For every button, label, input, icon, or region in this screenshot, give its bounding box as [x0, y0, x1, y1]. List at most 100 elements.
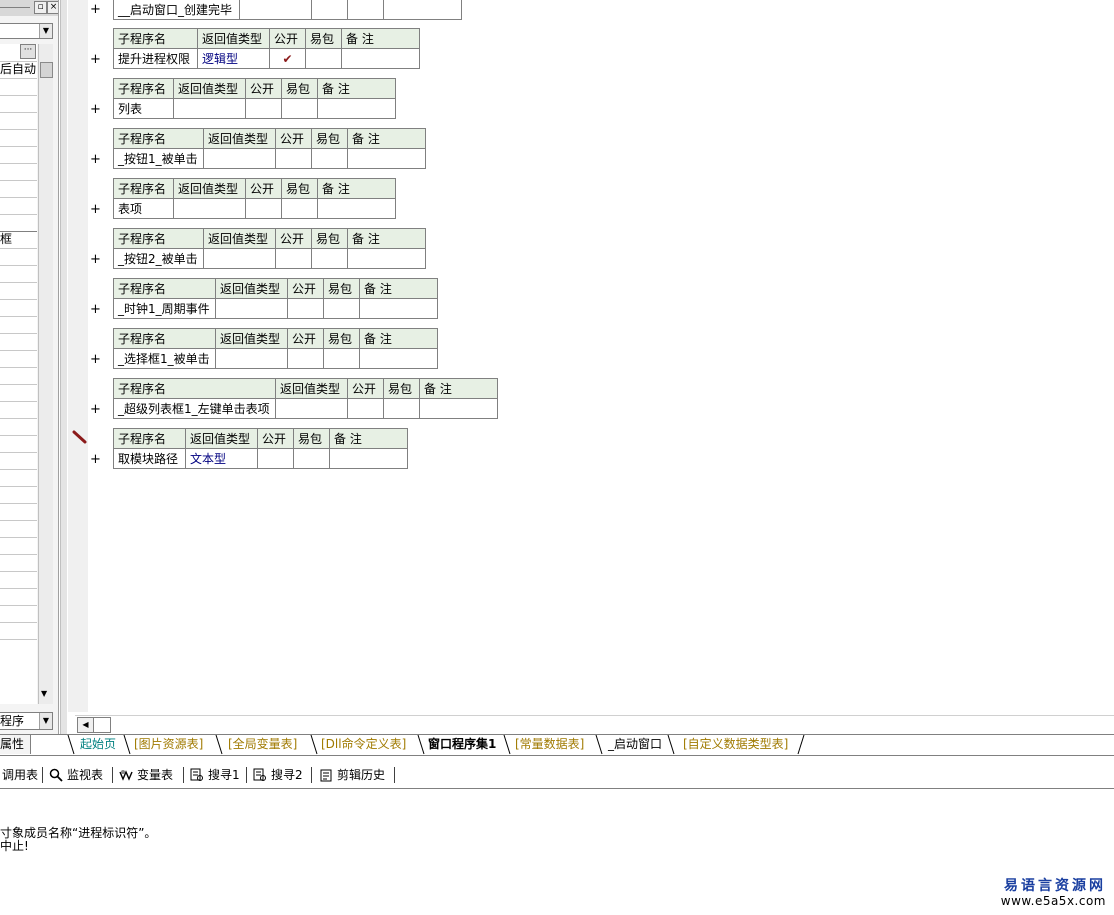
property-row[interactable] [0, 486, 37, 504]
easy-cell[interactable] [323, 348, 360, 369]
scroll-down-icon[interactable]: ▼ [41, 689, 47, 698]
return-type-cell[interactable] [239, 0, 312, 20]
procedure-table[interactable]: 子程序名 返回值类型 公开 易包 备 注 _按钮1_被单击 [113, 128, 426, 169]
easy-cell[interactable] [311, 148, 348, 169]
expand-icon[interactable]: + [90, 103, 102, 116]
expand-icon[interactable]: + [90, 153, 102, 166]
expand-icon[interactable]: + [90, 53, 102, 66]
property-row[interactable] [0, 299, 37, 317]
note-cell[interactable] [317, 98, 396, 119]
property-row[interactable] [0, 503, 37, 521]
chevron-down-icon[interactable]: ▼ [39, 24, 52, 38]
public-cell[interactable] [275, 148, 312, 169]
procedure-table[interactable]: 子程序名 返回值类型 公开 易包 备 注 _时钟1_周期事件 [113, 278, 438, 319]
procedure-name-cell[interactable]: __启动窗口_创建完毕 [113, 0, 240, 20]
scroll-thumb[interactable] [40, 62, 53, 78]
property-row[interactable] [0, 129, 37, 147]
tab-call-table[interactable]: 调用表 [2, 766, 38, 784]
note-cell[interactable] [347, 248, 426, 269]
property-row[interactable] [0, 282, 37, 300]
procedure-table[interactable]: __启动窗口_创建完毕 [113, 0, 462, 20]
expand-icon[interactable]: + [90, 303, 102, 316]
procedure-combo[interactable]: 程序 ▼ [0, 712, 53, 730]
public-cell[interactable] [347, 398, 384, 419]
easy-cell[interactable] [293, 448, 330, 469]
property-row-frame[interactable]: 框 [0, 231, 37, 249]
procedure-table[interactable]: 子程序名 返回值类型 公开 易包 备 注 表项 [113, 178, 396, 219]
procedure-table[interactable]: 子程序名 返回值类型 公开 易包 备 注 _按钮2_被单击 [113, 228, 426, 269]
procedure-name-cell[interactable]: _时钟1_周期事件 [113, 298, 216, 319]
return-type-cell[interactable] [173, 98, 246, 119]
return-type-cell[interactable]: 逻辑型 [197, 48, 270, 69]
property-row[interactable] [0, 418, 37, 436]
procedure-name-cell[interactable]: _按钮1_被单击 [113, 148, 204, 169]
property-row[interactable] [0, 333, 37, 351]
property-row[interactable] [0, 571, 37, 589]
property-grid[interactable]: 后自动 框 [0, 44, 37, 704]
procedure-table[interactable]: 子程序名 返回值类型 公开 易包 备 注 取模块路径 文本型 [113, 428, 408, 469]
tab-clip-history[interactable]: 剪辑历史 [319, 766, 385, 784]
expand-icon[interactable]: + [90, 253, 102, 266]
note-cell[interactable] [383, 0, 462, 20]
tab-watch-table[interactable]: 监视表 [49, 766, 103, 784]
procedure-table[interactable]: 子程序名 返回值类型 公开 易包 备 注 提升进程权限 逻辑型 ✔ [113, 28, 420, 69]
note-cell[interactable] [341, 48, 420, 69]
restore-icon[interactable]: ▫ [34, 1, 47, 14]
return-type-cell[interactable] [173, 198, 246, 219]
note-cell[interactable] [419, 398, 498, 419]
easy-cell[interactable] [281, 98, 318, 119]
property-row[interactable] [0, 520, 37, 538]
procedure-table[interactable]: 子程序名 返回值类型 公开 易包 备 注 _超级列表框1_左键单击表项 [113, 378, 498, 419]
property-row[interactable] [0, 350, 37, 368]
return-type-cell[interactable] [215, 348, 288, 369]
procedure-name-cell[interactable]: 表项 [113, 198, 174, 219]
property-row[interactable] [0, 316, 37, 334]
property-row[interactable] [0, 95, 37, 113]
public-cell[interactable] [245, 98, 282, 119]
return-type-cell[interactable] [215, 298, 288, 319]
property-scrollbar[interactable]: ▼ [38, 44, 53, 704]
property-row[interactable] [0, 112, 37, 130]
return-type-cell[interactable]: 文本型 [185, 448, 258, 469]
tab-search-1[interactable]: 搜寻1 [190, 766, 240, 784]
panel-splitter[interactable] [60, 0, 67, 734]
scroll-left-icon[interactable]: ◀ [77, 717, 94, 733]
return-type-cell[interactable] [203, 148, 276, 169]
easy-cell[interactable] [347, 0, 384, 20]
note-cell[interactable] [329, 448, 408, 469]
property-row[interactable] [0, 537, 37, 555]
public-cell[interactable] [257, 448, 294, 469]
horizontal-scrollbar[interactable]: ◀ [75, 715, 1114, 733]
property-row[interactable] [0, 180, 37, 198]
property-row[interactable] [0, 146, 37, 164]
property-row[interactable] [0, 248, 37, 266]
procedure-table[interactable]: 子程序名 返回值类型 公开 易包 备 注 列表 [113, 78, 396, 119]
easy-cell[interactable] [311, 248, 348, 269]
tab-variable-table[interactable]: 变量表 [119, 766, 173, 784]
procedure-name-cell[interactable]: 提升进程权限 [113, 48, 198, 69]
public-cell[interactable] [287, 298, 324, 319]
procedure-name-cell[interactable]: _按钮2_被单击 [113, 248, 204, 269]
note-cell[interactable] [359, 298, 438, 319]
property-row[interactable] [0, 469, 37, 487]
expand-icon[interactable]: + [90, 453, 102, 466]
expand-icon[interactable]: + [90, 203, 102, 216]
close-icon[interactable]: × [47, 1, 58, 14]
property-row[interactable] [0, 605, 37, 623]
property-row[interactable] [0, 197, 37, 215]
property-row[interactable] [0, 452, 37, 470]
object-selector[interactable]: ▼ [0, 23, 53, 39]
note-cell[interactable] [317, 198, 396, 219]
expand-icon[interactable]: + [90, 403, 102, 416]
scroll-thumb[interactable] [93, 717, 111, 733]
public-cell[interactable] [245, 198, 282, 219]
easy-cell[interactable] [305, 48, 342, 69]
property-row[interactable] [0, 163, 37, 181]
procedure-name-cell[interactable]: _超级列表框1_左键单击表项 [113, 398, 276, 419]
easy-cell[interactable] [323, 298, 360, 319]
property-row[interactable] [0, 78, 37, 96]
public-cell[interactable] [275, 248, 312, 269]
property-row[interactable] [0, 401, 37, 419]
property-row[interactable] [0, 588, 37, 606]
tab-search-2[interactable]: 搜寻2 [253, 766, 303, 784]
